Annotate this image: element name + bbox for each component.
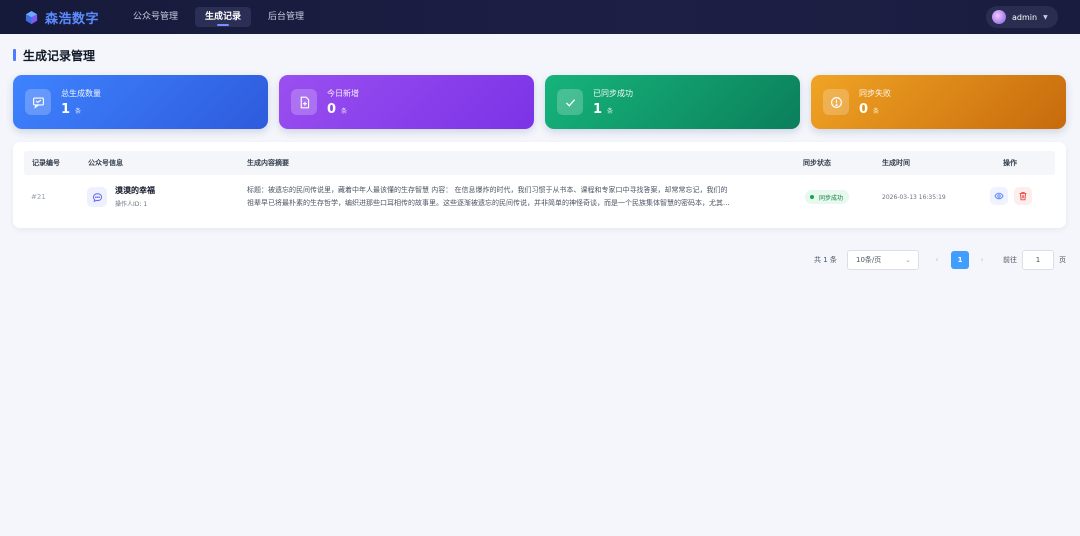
chevron-down-icon: ▼ (1043, 13, 1048, 21)
avatar (992, 10, 1006, 24)
stat-value: 0 (859, 101, 869, 117)
check-icon (557, 89, 583, 115)
column-header-status: 同步状态 (803, 159, 831, 167)
stat-value: 0 (327, 101, 337, 117)
message-icon (87, 187, 107, 207)
stat-value: 1 (61, 101, 71, 117)
main-nav: 公众号管理 生成记录 后台管理 (123, 0, 321, 34)
page-title: 生成记录管理 (23, 48, 96, 63)
eye-icon (994, 192, 1004, 200)
table-row: #21 漠漠的幸福 操作人ID: 1 标题：被遗忘的民间传说里，藏着中年人最该懂… (24, 175, 1055, 222)
stat-unit: 条 (607, 107, 614, 115)
stat-card-failed: 同步失败 0 条 (811, 75, 1066, 129)
stat-unit: 条 (873, 107, 880, 115)
pagination-total: 共 1 条 (814, 256, 837, 264)
next-page-button[interactable]: › (977, 250, 987, 270)
title-accent-bar (13, 49, 16, 61)
column-header-summary: 生成内容摘要 (247, 159, 289, 167)
cube-logo-icon (25, 10, 38, 24)
page-title-wrap: 生成记录管理 (13, 47, 95, 63)
column-header-id: 记录编号 (32, 159, 60, 167)
goto-suffix: 页 (1059, 256, 1066, 264)
column-header-actions: 操作 (1003, 159, 1017, 167)
content-summary: 标题：被遗忘的民间传说里，藏着中年人最该懂的生存智慧 内容： 在信息爆炸的时代，… (247, 184, 792, 210)
trash-icon (1019, 192, 1027, 201)
stat-label: 今日新增 (327, 88, 359, 98)
generated-time: 2026-03-13 16:35:19 (882, 194, 946, 201)
view-button[interactable] (990, 187, 1008, 205)
column-header-account: 公众号信息 (88, 159, 123, 167)
chat-icon (25, 89, 51, 115)
stat-value: 1 (593, 101, 603, 117)
summary-line: 标题：被遗忘的民间传说里，藏着中年人最该懂的生存智慧 内容： 在信息爆炸的时代，… (247, 186, 728, 194)
nav-item-records[interactable]: 生成记录 (195, 7, 252, 27)
user-menu[interactable]: admin ▼ (986, 6, 1058, 28)
stat-label: 同步失败 (859, 88, 891, 98)
status-dot (810, 195, 814, 199)
file-plus-icon (291, 89, 317, 115)
stat-card-today: 今日新增 0 条 (279, 75, 534, 129)
page-size-select[interactable]: 10条/页 ⌄ (847, 250, 919, 270)
brand[interactable]: 森浩数字 (24, 8, 99, 27)
nav-item-admin[interactable]: 后台管理 (258, 7, 314, 27)
table-header: 记录编号 公众号信息 生成内容摘要 同步状态 生成时间 操作 (24, 151, 1055, 175)
account-name: 漠漠的幸福 (115, 186, 155, 195)
column-header-time: 生成时间 (882, 159, 910, 167)
chevron-down-icon: ⌄ (905, 256, 911, 264)
status-text: 同步成功 (819, 194, 844, 202)
prev-page-button[interactable]: ‹ (932, 250, 942, 270)
user-name: admin (1012, 12, 1038, 22)
stat-card-synced: 已同步成功 1 条 (545, 75, 800, 129)
goto-page-input[interactable]: 1 (1022, 250, 1054, 270)
status-badge: 同步成功 (805, 190, 850, 204)
page-number-current[interactable]: 1 (951, 251, 969, 269)
summary-line: 祖辈早已将最朴素的生存哲学，编织进那些口耳相传的故事里。这些逐渐被遗忘的民间传说… (247, 199, 730, 207)
info-circle-icon (823, 89, 849, 115)
stat-card-total: 总生成数量 1 条 (13, 75, 268, 129)
nav-item-accounts[interactable]: 公众号管理 (123, 7, 188, 27)
goto-label: 前往 (1003, 256, 1017, 264)
top-navbar: 森浩数字 公众号管理 生成记录 后台管理 admin ▼ (0, 0, 1080, 34)
stat-label: 总生成数量 (61, 88, 101, 98)
brand-name: 森浩数字 (45, 11, 100, 27)
record-id: #21 (31, 193, 46, 201)
stat-unit: 条 (75, 107, 82, 115)
delete-button[interactable] (1014, 187, 1032, 205)
operator-id: 操作人ID: 1 (115, 201, 148, 208)
stat-label: 已同步成功 (593, 88, 633, 98)
records-table: 记录编号 公众号信息 生成内容摘要 同步状态 生成时间 操作 #21 漠漠的幸福… (13, 142, 1066, 228)
stat-unit: 条 (341, 107, 348, 115)
page-size-value: 10条/页 (856, 256, 882, 264)
